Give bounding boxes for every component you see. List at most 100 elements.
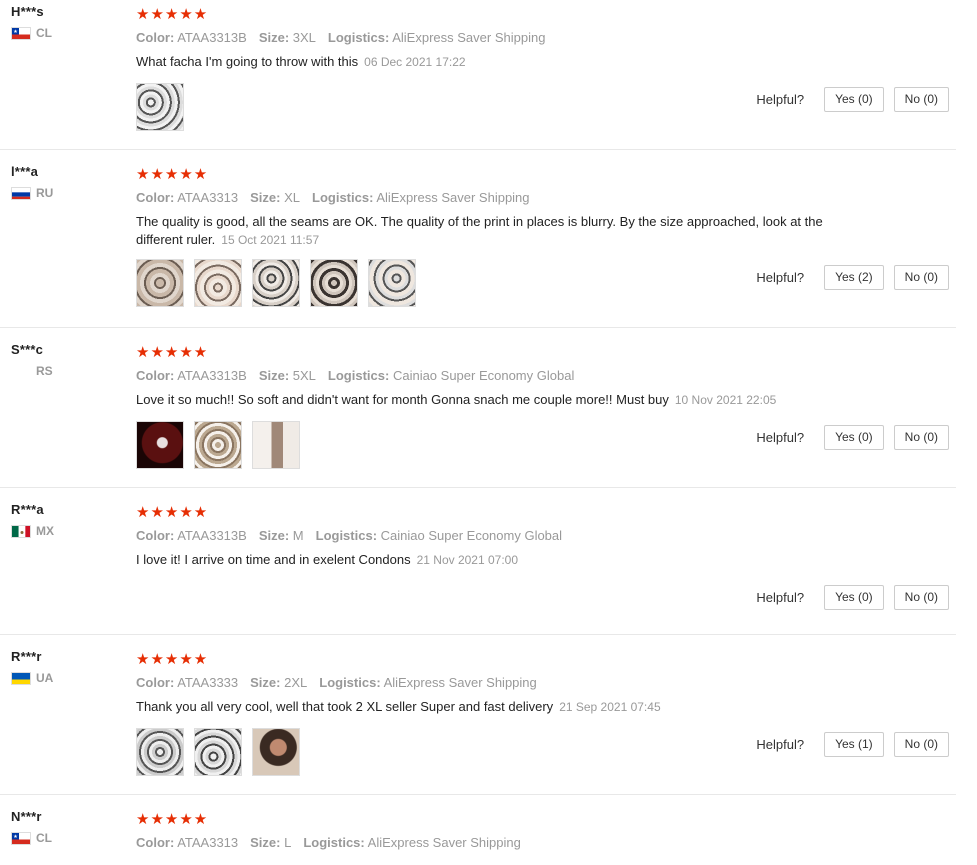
helpful-no-button[interactable]: No (0) bbox=[893, 265, 949, 290]
reviewer-name: R***r bbox=[11, 649, 42, 664]
size-value: 3XL bbox=[292, 30, 316, 45]
review-content: ★★★★★ Color: ATAA3333 Size: 2XL Logistics:… bbox=[136, 651, 856, 778]
review-item: R***a MX ★★★★★ Color: ATAA3313B Size: M Lo… bbox=[0, 498, 956, 635]
reviewer-name: l***a bbox=[11, 164, 39, 179]
review-content: ★★★★★ Color: ATAA3313 Size: XL Logistics: … bbox=[136, 166, 856, 309]
size-label: Size: bbox=[258, 30, 290, 45]
helpful-yes-button[interactable]: Yes (2) bbox=[824, 265, 884, 290]
reviewer-info: R***r UA bbox=[11, 649, 53, 686]
size-label: Size: bbox=[258, 528, 290, 543]
order-info: Color: ATAA3333 Size: 2XL Logistics: AliEx… bbox=[136, 674, 856, 692]
reviewer-country: RU bbox=[11, 185, 53, 201]
review-photo[interactable] bbox=[252, 421, 300, 469]
helpful-no-button[interactable]: No (0) bbox=[893, 585, 949, 610]
review-content: ★★★★★ Color: ATAA3313 Size: L Logistics: A… bbox=[136, 811, 856, 852]
logistics-value: Cainiao Super Economy Global bbox=[392, 368, 575, 383]
reviewer-name: N***r bbox=[11, 809, 42, 824]
reviewer-info: S***c RS bbox=[11, 342, 53, 379]
review-photos bbox=[136, 83, 856, 133]
size-value: XL bbox=[284, 190, 301, 205]
helpful-label: Helpful? bbox=[756, 270, 805, 285]
review-text: What facha I'm going to throw with this 0… bbox=[136, 53, 856, 71]
reviewer-name: R***a bbox=[11, 502, 44, 517]
helpful-label: Helpful? bbox=[756, 590, 805, 605]
review-date: 21 Sep 2021 07:45 bbox=[559, 700, 661, 714]
review-photos bbox=[136, 728, 856, 778]
review-text: I love it! I arrive on time and in exele… bbox=[136, 551, 856, 569]
review-photo[interactable] bbox=[252, 728, 300, 776]
size-label: Size: bbox=[258, 368, 290, 383]
helpful-yes-button[interactable]: Yes (0) bbox=[824, 585, 884, 610]
review-photo[interactable] bbox=[194, 728, 242, 776]
review-date: 10 Nov 2021 22:05 bbox=[674, 393, 777, 407]
review-photo[interactable] bbox=[136, 421, 184, 469]
review-content: ★★★★★ Color: ATAA3313B Size: 3XL Logistics… bbox=[136, 6, 856, 133]
reviewer-info: N***r ★ CL bbox=[11, 809, 52, 846]
review-date: 21 Nov 2021 07:00 bbox=[416, 553, 519, 567]
review-body: Thank you all very cool, well that took … bbox=[136, 699, 554, 714]
helpful-yes-button[interactable]: Yes (0) bbox=[824, 425, 884, 450]
logistics-value: AliExpress Saver Shipping bbox=[383, 675, 537, 690]
color-value: ATAA3333 bbox=[177, 675, 239, 690]
logistics-label: Logistics: bbox=[312, 190, 374, 205]
logistics-label: Logistics: bbox=[319, 675, 381, 690]
review-item: l***a RU ★★★★★ Color: ATAA3313 Size: XL Lo… bbox=[0, 160, 956, 328]
review-photo[interactable] bbox=[136, 728, 184, 776]
review-photo[interactable] bbox=[136, 259, 184, 307]
flag-cl-icon: ★ bbox=[11, 26, 31, 40]
helpful-no-button[interactable]: No (0) bbox=[893, 87, 949, 112]
svg-text:★: ★ bbox=[13, 29, 18, 35]
logistics-value: Cainiao Super Economy Global bbox=[380, 528, 563, 543]
country-code: RU bbox=[36, 186, 54, 200]
star-rating: ★★★★★ bbox=[136, 344, 209, 361]
review-photo[interactable] bbox=[310, 259, 358, 307]
order-info: Color: ATAA3313B Size: M Logistics: Cainia… bbox=[136, 527, 856, 545]
helpful-label: Helpful? bbox=[756, 92, 805, 107]
review-text: Thank you all very cool, well that took … bbox=[136, 698, 856, 716]
size-value: 5XL bbox=[292, 368, 316, 383]
helpful-yes-button[interactable]: Yes (1) bbox=[824, 732, 884, 757]
country-code: CL bbox=[36, 831, 52, 845]
review-photo[interactable] bbox=[368, 259, 416, 307]
color-label: Color: bbox=[136, 30, 175, 45]
review-text: The quality is good, all the seams are O… bbox=[136, 213, 856, 249]
review-body: Love it so much!! So soft and didn't wan… bbox=[136, 392, 669, 407]
country-code: RS bbox=[36, 364, 53, 378]
logistics-value: AliExpress Saver Shipping bbox=[392, 30, 546, 45]
reviewer-country: ★ CL bbox=[11, 830, 52, 846]
review-photo[interactable] bbox=[136, 83, 184, 131]
helpful-no-button[interactable]: No (0) bbox=[893, 425, 949, 450]
review-text: Love it so much!! So soft and didn't wan… bbox=[136, 391, 856, 409]
logistics-label: Logistics: bbox=[327, 368, 390, 383]
star-rating: ★★★★★ bbox=[136, 504, 209, 521]
order-info: Color: ATAA3313B Size: 5XL Logistics: Cain… bbox=[136, 367, 856, 385]
size-value: 2XL bbox=[284, 675, 308, 690]
helpful-section: Helpful? Yes (0) No (0) bbox=[756, 425, 949, 450]
review-date: 15 Oct 2021 11:57 bbox=[221, 233, 320, 247]
review-photos bbox=[136, 259, 856, 309]
color-label: Color: bbox=[136, 528, 175, 543]
review-photos bbox=[136, 421, 856, 471]
review-date: 06 Dec 2021 17:22 bbox=[364, 55, 466, 69]
flag-ru-icon bbox=[11, 186, 31, 200]
reviewer-name: S***c bbox=[11, 342, 44, 357]
order-info: Color: ATAA3313 Size: XL Logistics: AliExp… bbox=[136, 189, 856, 207]
flag-mx-icon bbox=[11, 524, 31, 538]
reviewer-info: H***s ★ CL bbox=[11, 4, 52, 41]
helpful-section: Helpful? Yes (1) No (0) bbox=[756, 732, 949, 757]
helpful-yes-button[interactable]: Yes (0) bbox=[824, 87, 884, 112]
size-label: Size: bbox=[250, 675, 281, 690]
review-photo[interactable] bbox=[194, 259, 242, 307]
review-photo[interactable] bbox=[194, 421, 242, 469]
star-rating: ★★★★★ bbox=[136, 651, 209, 668]
country-code: MX bbox=[36, 524, 54, 538]
country-code: CL bbox=[36, 26, 52, 40]
order-info: Color: ATAA3313B Size: 3XL Logistics: AliE… bbox=[136, 29, 856, 47]
reviewer-info: R***a MX bbox=[11, 502, 54, 539]
star-rating: ★★★★★ bbox=[136, 811, 209, 828]
review-photo[interactable] bbox=[252, 259, 300, 307]
helpful-section: Helpful? Yes (0) No (0) bbox=[756, 585, 949, 610]
review-item: H***s ★ CL ★★★★★ Color: ATAA3313B Size: 3… bbox=[0, 0, 956, 150]
color-value: ATAA3313B bbox=[177, 528, 247, 543]
helpful-no-button[interactable]: No (0) bbox=[893, 732, 949, 757]
